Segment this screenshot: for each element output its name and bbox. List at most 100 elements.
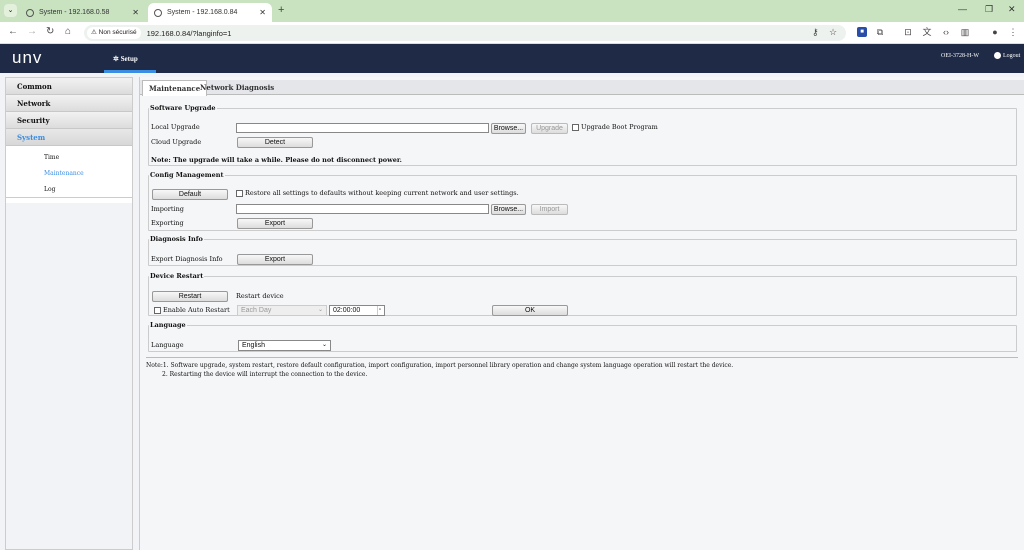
section-title: Diagnosis Info [150, 235, 203, 243]
restore-all-checkbox[interactable] [236, 190, 243, 197]
chevron-down-icon: ⌄ [317, 307, 323, 313]
logout-button[interactable]: Logout [994, 52, 1020, 59]
sidebar-subitem-maintenance[interactable]: Maintenance [6, 166, 132, 182]
sidebar-empty-area [6, 203, 132, 549]
globe-icon [26, 8, 34, 17]
back-icon[interactable]: ← [8, 26, 18, 37]
browser-tab-title: System - 192.168.0.84 [167, 9, 238, 16]
export-diagnosis-button[interactable]: Export [237, 254, 313, 265]
restore-all-label: Restore all settings to defaults without… [245, 189, 519, 197]
translate-icon[interactable]: 文 [922, 27, 932, 37]
close-icon[interactable]: ✕ [259, 8, 266, 17]
sidebar-item-common[interactable]: Common [6, 78, 132, 95]
new-tab-button[interactable]: + [278, 4, 284, 16]
content-tabs: Maintenance Network Diagnosis [140, 80, 1024, 96]
devtools-icon[interactable]: ‹› [941, 27, 951, 37]
globe-icon [154, 8, 162, 17]
time-picker-icon[interactable]: ▫ [376, 306, 381, 315]
divider [146, 357, 1018, 358]
security-label: Non sécurisé [98, 29, 137, 36]
restart-time-input[interactable]: 02:00:00 ▫ [329, 305, 385, 316]
minimize-icon[interactable]: — [958, 4, 967, 14]
importing-label: Importing [151, 205, 184, 213]
software-upgrade-section: Software Upgrade Local Upgrade Browse...… [148, 104, 1017, 166]
sidebar: Common Network Security System Time Main… [5, 77, 133, 550]
restart-time-value: 02:00:00 [333, 307, 361, 314]
gear-icon: ✲ [113, 55, 119, 63]
sidepanel-icon[interactable]: ▥ [960, 27, 970, 37]
sidebar-item-network[interactable]: Network [6, 95, 132, 112]
chevron-down-icon: ⌄ [321, 342, 327, 348]
auto-restart-label: Enable Auto Restart [163, 306, 230, 314]
section-title: Device Restart [150, 272, 204, 280]
browser-tab[interactable]: System - 192.168.0.58 ✕ [20, 3, 145, 22]
tab-network-diagnosis[interactable]: Network Diagnosis [194, 80, 280, 95]
restart-device-label: Restart device [236, 292, 284, 300]
boot-program-checkbox[interactable] [572, 124, 579, 131]
screenshot-icon[interactable]: ⊡ [903, 27, 913, 37]
kebab-menu-icon[interactable]: ⋮ [1008, 27, 1018, 37]
setup-tab[interactable]: ✲ Setup [113, 55, 138, 63]
local-upgrade-label: Local Upgrade [151, 123, 200, 131]
language-select[interactable]: English ⌄ [238, 340, 331, 351]
browser-toolbar: ← → ↻ ⌂ ⚠ Non sécurisé 192.168.0.84/?lan… [0, 22, 1024, 44]
setup-label: Setup [120, 55, 138, 63]
brand-logo: unv [12, 48, 43, 67]
import-browse-button[interactable]: Browse... [491, 204, 526, 215]
power-icon [994, 52, 1001, 59]
footer-note-line1: Note:1. Software upgrade, system restart… [146, 362, 734, 369]
sidebar-item-security[interactable]: Security [6, 112, 132, 129]
footer-note-line2: 2. Restarting the device will interrupt … [162, 371, 368, 378]
exporting-label: Exporting [151, 219, 184, 227]
setup-tab-underline [104, 70, 156, 73]
browser-tab-active[interactable]: System - 192.168.0.84 ✕ [148, 3, 272, 22]
sidebar-subitem-log[interactable]: Log [6, 182, 132, 198]
main-content: Maintenance Network Diagnosis Software U… [139, 77, 1024, 550]
upgrade-button[interactable]: Upgrade [531, 123, 568, 134]
forward-icon[interactable]: → [27, 26, 37, 37]
browser-tab-title: System - 192.168.0.58 [39, 9, 110, 16]
diagnosis-info-section: Diagnosis Info Export Diagnosis Info Exp… [148, 235, 1017, 266]
restart-button[interactable]: Restart [152, 291, 228, 302]
device-model: OEI-3728-H-W [941, 53, 979, 59]
boot-program-label: Upgrade Boot Program [581, 123, 658, 131]
default-button[interactable]: Default [152, 189, 228, 200]
key-icon[interactable]: ⚷ [812, 27, 819, 38]
close-icon[interactable]: ✕ [132, 8, 139, 17]
url-text[interactable]: 192.168.0.84/?langinfo=1 [147, 29, 232, 38]
profile-icon[interactable]: ● [990, 27, 1000, 37]
reload-icon[interactable]: ↻ [46, 26, 54, 37]
section-title: Software Upgrade [150, 104, 216, 112]
bookmark-star-icon[interactable]: ☆ [829, 27, 837, 38]
language-value: English [242, 342, 265, 349]
upgrade-note: Note: The upgrade will take a while. Ple… [151, 156, 402, 164]
section-title: Language [150, 321, 186, 329]
export-config-button[interactable]: Export [237, 218, 313, 229]
browse-button[interactable]: Browse... [491, 123, 526, 134]
language-section: Language Language English ⌄ [148, 321, 1017, 352]
import-button[interactable]: Import [531, 204, 568, 215]
tab-search-button[interactable]: ⌄ [4, 4, 17, 17]
import-file-input[interactable] [236, 204, 489, 214]
window-close-icon[interactable]: ✕ [1008, 4, 1016, 15]
auto-restart-checkbox[interactable] [154, 307, 161, 314]
sidebar-item-system[interactable]: System [6, 129, 132, 146]
section-title: Config Management [150, 171, 224, 179]
address-bar[interactable]: ⚠ Non sécurisé 192.168.0.84/?langinfo=1 … [84, 25, 846, 41]
restart-frequency-value: Each Day [241, 307, 272, 314]
maximize-icon[interactable]: ❐ [985, 4, 993, 15]
logout-label: Logout [1003, 52, 1021, 59]
home-icon[interactable]: ⌂ [65, 26, 71, 37]
system-submenu: Time Maintenance Log [6, 146, 132, 198]
puzzle-icon[interactable]: ⧉ [875, 27, 885, 37]
ok-button[interactable]: OK [492, 305, 568, 316]
app-header: unv ✲ Setup OEI-3728-H-W Logout [0, 44, 1024, 73]
sidebar-subitem-time[interactable]: Time [6, 150, 132, 166]
browser-tab-strip: ⌄ System - 192.168.0.58 ✕ System - 192.1… [0, 0, 1024, 22]
local-upgrade-file-input[interactable] [236, 123, 489, 133]
restart-frequency-select[interactable]: Each Day ⌄ [237, 305, 327, 316]
device-restart-section: Device Restart Restart Restart device En… [148, 272, 1017, 316]
extension-icon[interactable]: ■ [857, 27, 867, 37]
detect-button[interactable]: Detect [237, 137, 313, 148]
security-indicator[interactable]: ⚠ Non sécurisé [87, 27, 141, 39]
